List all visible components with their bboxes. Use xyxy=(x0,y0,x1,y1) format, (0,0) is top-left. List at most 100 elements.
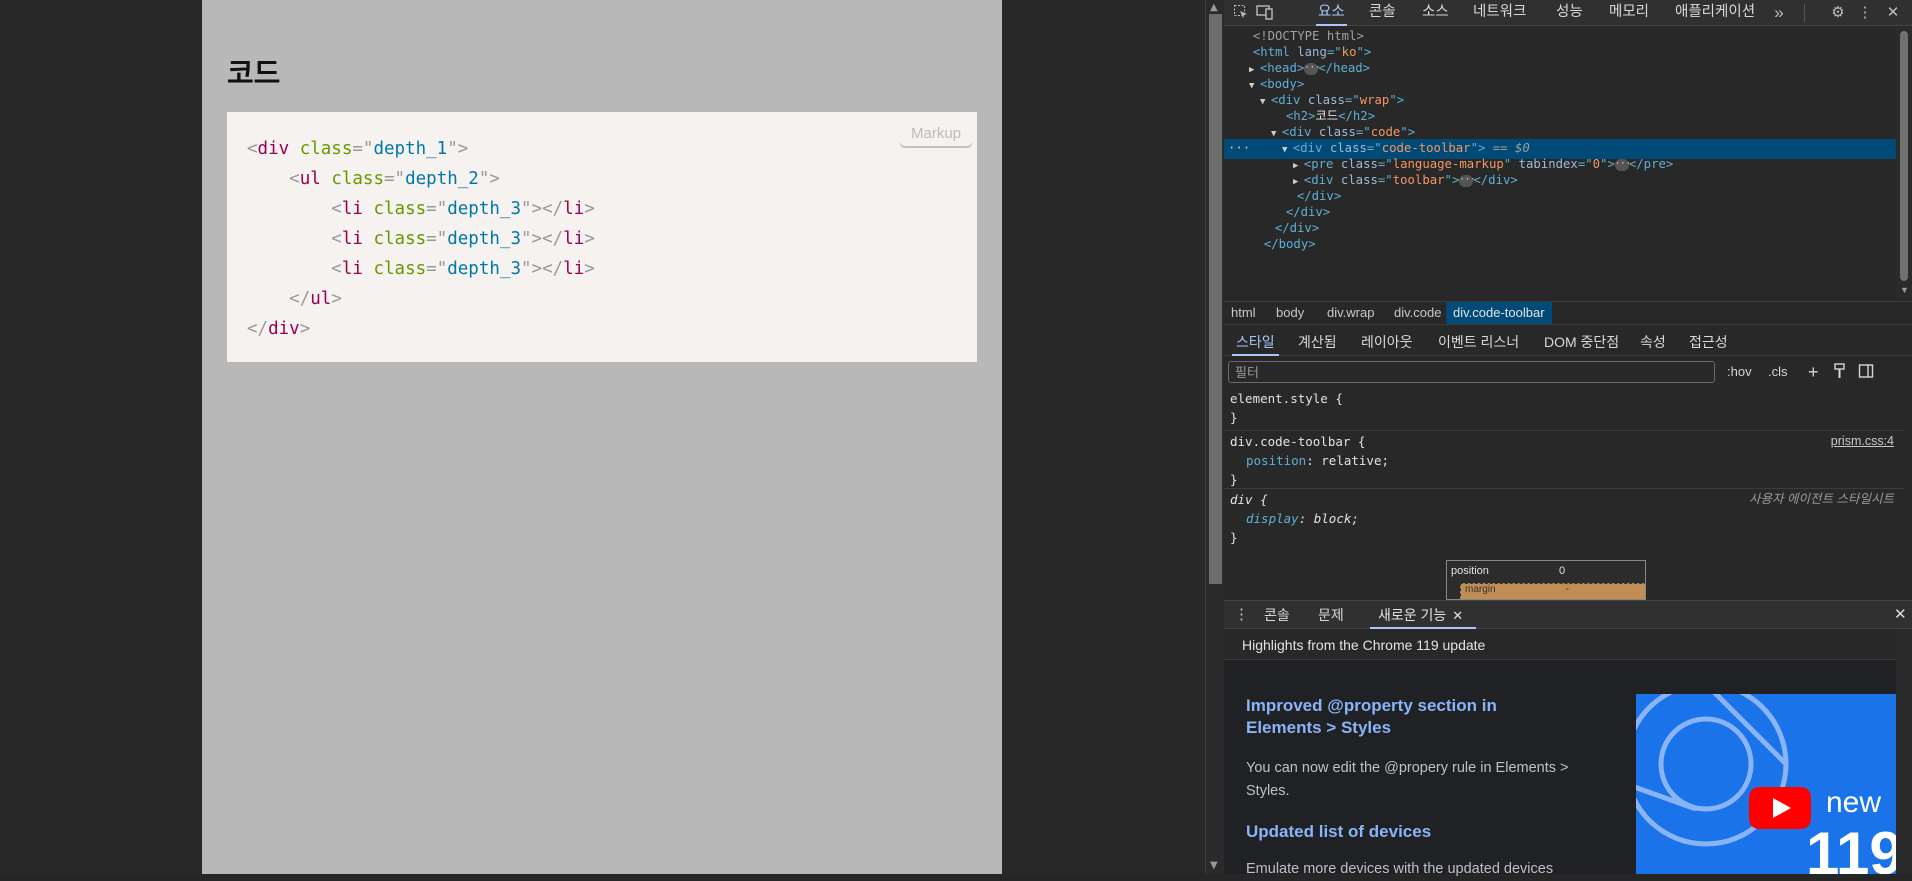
breadcrumb: html body div.wrap div.code div.code-too… xyxy=(1224,301,1912,325)
drawer-tab-issues[interactable]: 문제 xyxy=(1318,601,1344,629)
drawer-tab-whats-new[interactable]: 새로운 기능 ✕ xyxy=(1370,601,1476,629)
styles-tabbar: 스타일 계산됨 레이아웃 이벤트 리스너 DOM 중단점 속성 접근성 xyxy=(1224,330,1912,356)
scroll-down-icon[interactable]: ▼ xyxy=(1900,285,1909,295)
box-model-position-label: position xyxy=(1451,565,1489,577)
more-options-icon[interactable]: ⋮ xyxy=(1856,4,1874,22)
rule-selector[interactable]: div.code-toolbar { xyxy=(1224,432,1904,451)
rule-source-link[interactable]: prism.css:4 xyxy=(1831,432,1894,451)
tab-accessibility[interactable]: 접근성 xyxy=(1689,330,1728,356)
sidebar-toggle-icon[interactable] xyxy=(1858,363,1874,384)
code-line: <ul class="depth_2"> xyxy=(289,169,500,189)
expand-triangle-open-icon[interactable]: ▼ xyxy=(1282,145,1293,155)
whats-new-video-thumbnail[interactable]: new 119 xyxy=(1636,694,1896,874)
close-icon[interactable]: ✕ xyxy=(1884,4,1902,22)
page-scrollbar[interactable]: ▲ ▼ xyxy=(1205,0,1224,874)
scroll-up-icon[interactable]: ▲ xyxy=(1210,3,1218,13)
dom-tree-scrollbar-thumb[interactable] xyxy=(1900,31,1908,281)
tab-application[interactable]: 애플리케이션 xyxy=(1673,0,1757,26)
hover-state-toggle[interactable]: :hov xyxy=(1727,363,1752,381)
style-rule-element: element.style { } xyxy=(1224,389,1904,431)
copy-markup-button[interactable]: Markup xyxy=(900,122,972,146)
page-viewport: 코드 <div class="depth_1"> <ul class="dept… xyxy=(0,0,1205,874)
devtools-tabbar: 요소 콘솔 소스 네트워크 성능 메모리 애플리케이션 » ⚙ ⋮ ✕ xyxy=(1224,0,1912,26)
expand-triangle-open-icon[interactable]: ▼ xyxy=(1260,97,1271,107)
page-title: 코드 xyxy=(227,56,281,90)
rule-close: } xyxy=(1230,410,1238,425)
tab-layout[interactable]: 레이아웃 xyxy=(1361,330,1413,356)
tab-properties[interactable]: 속성 xyxy=(1640,330,1666,356)
rule-declaration: display: block; xyxy=(1246,511,1359,526)
box-model-diagram: position 0 margin - xyxy=(1446,560,1646,600)
chrome-119-artwork: new 119 xyxy=(1636,694,1896,874)
styles-filter-row: :hov .cls + xyxy=(1224,357,1912,387)
rule-close: } xyxy=(1230,472,1238,487)
code-line: <div class="depth_1"> xyxy=(247,139,469,159)
breadcrumb-div-code-toolbar[interactable]: div.code-toolbar xyxy=(1446,302,1552,324)
box-model-margin: margin - xyxy=(1460,583,1645,599)
property-name: display xyxy=(1246,511,1299,526)
paint-roller-icon[interactable] xyxy=(1833,363,1847,384)
inspect-element-icon[interactable] xyxy=(1232,4,1250,22)
new-style-rule-icon[interactable]: + xyxy=(1808,363,1819,381)
code-block: <div class="depth_1"> <ul class="depth_2… xyxy=(227,112,977,362)
tab-dom-breakpoints[interactable]: DOM 중단점 xyxy=(1544,330,1619,356)
tab-sources[interactable]: 소스 xyxy=(1420,0,1451,26)
breadcrumb-div-wrap[interactable]: div.wrap xyxy=(1320,302,1381,324)
whats-new-item-body: Emulate more devices with the updated de… xyxy=(1246,861,1554,877)
whats-new-item-title[interactable]: Improved @property section in Elements >… xyxy=(1246,695,1566,739)
box-model-position-value[interactable]: 0 xyxy=(1559,565,1565,577)
node-actions-icon[interactable]: ··· xyxy=(1228,139,1250,159)
code-line: <li class="depth_3"></li> xyxy=(331,229,595,249)
drawer-tab-whats-new-label: 새로운 기능 xyxy=(1378,607,1447,623)
expand-triangle-open-icon[interactable]: ▼ xyxy=(1249,81,1260,91)
property-value: block xyxy=(1313,511,1352,526)
breadcrumb-body[interactable]: body xyxy=(1269,302,1311,324)
tab-elements[interactable]: 요소 xyxy=(1316,0,1347,26)
device-toolbar-icon[interactable] xyxy=(1256,4,1274,22)
drawer-menu-icon[interactable]: ⋮ xyxy=(1234,601,1249,629)
devtools-panel: 요소 콘솔 소스 네트워크 성능 메모리 애플리케이션 » ⚙ ⋮ ✕ <!DO… xyxy=(1224,0,1912,877)
expand-triangle-open-icon[interactable]: ▼ xyxy=(1271,129,1282,139)
expand-triangle-closed-icon[interactable]: ▶ xyxy=(1293,177,1304,187)
property-name[interactable]: position xyxy=(1246,453,1306,468)
close-drawer-icon[interactable]: ✕ xyxy=(1894,601,1907,629)
rule-declaration[interactable]: position: relative; xyxy=(1224,451,1904,470)
gear-icon[interactable]: ⚙ xyxy=(1829,4,1847,22)
tab-network[interactable]: 네트워크 xyxy=(1471,0,1528,26)
scroll-down-icon[interactable]: ▼ xyxy=(1210,861,1218,871)
collapsed-content-icon[interactable]: ··· xyxy=(1304,62,1321,75)
artwork-text-119: 119 xyxy=(1806,820,1896,874)
tab-styles[interactable]: 스타일 xyxy=(1232,330,1279,356)
whats-new-header: Highlights from the Chrome 119 update xyxy=(1224,630,1896,660)
whats-new-item-title[interactable]: Updated list of devices xyxy=(1246,821,1566,843)
drawer-tab-console[interactable]: 콘솔 xyxy=(1264,601,1290,629)
dom-tree-scrollbar[interactable]: ▼ xyxy=(1896,27,1912,297)
styles-filter-input[interactable] xyxy=(1228,361,1715,383)
tab-console[interactable]: 콘솔 xyxy=(1367,0,1398,26)
page-scrollbar-thumb[interactable] xyxy=(1209,14,1222,584)
box-model-margin-label: margin xyxy=(1465,584,1496,595)
box-model-margin-value[interactable]: - xyxy=(1566,584,1569,595)
chevron-double-right-icon[interactable]: » xyxy=(1770,4,1788,22)
expand-triangle-closed-icon[interactable]: ▶ xyxy=(1293,161,1304,171)
user-agent-stylesheet-label: 사용자 에이전트 스타일시트 xyxy=(1749,492,1894,506)
whats-new-panel: Highlights from the Chrome 119 update Im… xyxy=(1224,630,1912,877)
breadcrumb-html[interactable]: html xyxy=(1224,302,1263,324)
whats-new-scrollbar[interactable] xyxy=(1896,630,1912,874)
tab-event-listeners[interactable]: 이벤트 리스너 xyxy=(1438,330,1519,356)
collapsed-content-icon[interactable]: ··· xyxy=(1459,174,1476,187)
code-listing: <div class="depth_1"> <ul class="depth_2… xyxy=(247,134,595,344)
breadcrumb-div-code[interactable]: div.code xyxy=(1387,302,1448,324)
tab-performance[interactable]: 성능 xyxy=(1554,0,1585,26)
property-value[interactable]: relative xyxy=(1321,453,1381,468)
dom-tree[interactable]: <!DOCTYPE html> <html lang="ko"> ▶ <head>… xyxy=(1224,27,1896,297)
toolbar-divider xyxy=(1804,4,1805,22)
collapsed-content-icon[interactable]: ··· xyxy=(1614,158,1631,171)
code-line: </ul> xyxy=(289,289,342,309)
rule-selector[interactable]: element.style { xyxy=(1224,389,1904,408)
expand-triangle-closed-icon[interactable]: ▶ xyxy=(1249,65,1260,75)
class-toggle[interactable]: .cls xyxy=(1768,363,1788,381)
close-icon[interactable]: ✕ xyxy=(1452,608,1463,623)
tab-computed[interactable]: 계산됨 xyxy=(1298,330,1337,356)
tab-memory[interactable]: 메모리 xyxy=(1607,0,1651,26)
